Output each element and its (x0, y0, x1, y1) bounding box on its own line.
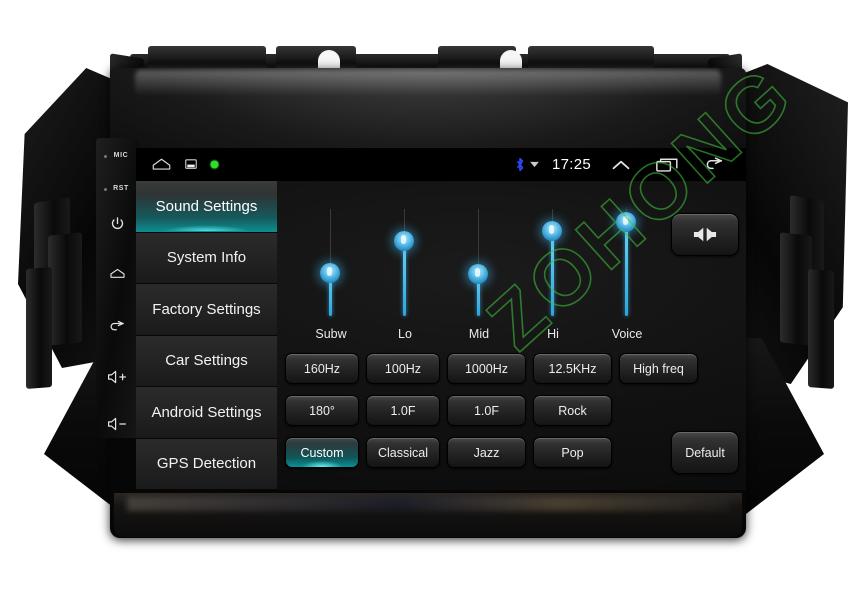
button-label: Jazz (473, 445, 500, 460)
sidebar-item-label: Android Settings (151, 403, 262, 421)
caret-down-icon (530, 161, 545, 168)
slider-fill (625, 219, 628, 316)
mount-tab-2 (276, 46, 356, 70)
eq-freq-button-highfreq[interactable]: High freq (619, 353, 698, 384)
eq-slider-label: Subw (315, 327, 347, 341)
eq-slider-label: Lo (398, 327, 412, 341)
volume-down-icon[interactable] (96, 417, 138, 431)
button-label: 1000Hz (464, 361, 509, 376)
mount-hole-2 (500, 50, 522, 70)
button-label: Rock (558, 403, 587, 418)
button-label: Pop (561, 445, 584, 460)
sound-settings-app: Sound Settings System Info Factory Setti… (136, 181, 746, 490)
slider-thumb[interactable] (394, 230, 414, 251)
slider-thumb[interactable] (616, 211, 636, 232)
button-label: 12.5KHz (548, 361, 597, 376)
slider-thumb[interactable] (542, 220, 562, 241)
unit-bottom-gloss (114, 493, 742, 537)
button-label: Custom (300, 445, 344, 460)
back-icon[interactable] (96, 320, 138, 334)
mount-tab-4 (528, 46, 654, 70)
lcd-screen: 17:25 Sound Settings System Info Factory… (136, 148, 746, 490)
eq-param-button-q2[interactable]: 1.0F (447, 395, 526, 426)
eq-slider-label: Mid (468, 327, 490, 341)
button-label: Default (685, 445, 725, 460)
android-status-bar: 17:25 (136, 148, 746, 181)
eq-param-button-rock[interactable]: Rock (533, 395, 612, 426)
power-icon[interactable] (96, 216, 138, 231)
button-label: 1.0F (473, 403, 499, 418)
sidebar-item-system-info[interactable]: System Info (136, 232, 277, 284)
eq-freq-button-125khz[interactable]: 12.5KHz (533, 353, 612, 384)
button-label: High freq (633, 361, 684, 376)
slider-fill (551, 228, 554, 316)
eq-freq-button-1000hz[interactable]: 1000Hz (447, 353, 526, 384)
sidebar-item-factory-settings[interactable]: Factory Settings (136, 284, 277, 336)
button-label: 160Hz (303, 361, 341, 376)
slider-thumb[interactable] (468, 264, 488, 285)
button-label: Classical (377, 445, 428, 460)
eq-freq-button-100hz[interactable]: 100Hz (366, 353, 440, 384)
mount-clip-left-3 (26, 267, 52, 389)
sidebar-item-label: Sound Settings (155, 197, 258, 215)
bluetooth-icon (515, 157, 530, 172)
screenshot-root: MIC RST 17:25 Sound Settings System Info… (0, 0, 849, 601)
sidebar-item-car-settings[interactable]: Car Settings (136, 335, 277, 387)
chevron-up-icon[interactable] (598, 148, 644, 181)
button-label: 1.0F (390, 403, 416, 418)
sidebar-item-sound-settings[interactable]: Sound Settings (136, 181, 277, 233)
back-arrow-icon[interactable] (690, 148, 736, 181)
eq-param-button-180deg[interactable]: 180° (285, 395, 359, 426)
eq-freq-button-160hz[interactable]: 160Hz (285, 353, 359, 384)
home-outline-icon[interactable] (150, 157, 173, 172)
home-icon[interactable] (96, 267, 138, 281)
sidebar-item-label: GPS Detection (156, 455, 257, 473)
sidebar-item-label: Factory Settings (152, 300, 261, 318)
eq-slider-label: Voice (611, 327, 643, 341)
status-clock: 17:25 (551, 156, 591, 173)
balance-fader-button[interactable] (671, 213, 739, 256)
default-button[interactable]: Default (671, 431, 739, 474)
equalizer-panel: Subw Lo Mid Hi Voice 160Hz 100Hz 1000Hz … (277, 181, 746, 490)
sidebar-item-label: Car Settings (165, 352, 248, 370)
balance-speakers-icon (690, 226, 720, 243)
eq-param-button-q1[interactable]: 1.0F (366, 395, 440, 426)
screenshot-icon[interactable] (185, 159, 197, 170)
button-label: 100Hz (384, 361, 422, 376)
volume-up-icon[interactable] (96, 370, 138, 384)
button-label: 180° (309, 403, 335, 418)
mount-clip-right-3 (808, 269, 834, 389)
mount-tab-1 (148, 46, 266, 70)
eq-preset-button-custom[interactable]: Custom (285, 437, 359, 468)
sidebar-item-label: System Info (166, 249, 247, 267)
slider-thumb[interactable] (320, 263, 340, 284)
eq-preset-button-jazz[interactable]: Jazz (447, 437, 526, 468)
mount-clip-left-2 (48, 232, 82, 346)
hardware-button-strip: MIC RST (96, 138, 138, 438)
eq-preset-button-classical[interactable]: Classical (366, 437, 440, 468)
settings-sidebar: Sound Settings System Info Factory Setti… (136, 181, 277, 490)
recents-icon[interactable] (644, 148, 690, 181)
sidebar-item-gps-detection[interactable]: GPS Detection (136, 438, 277, 490)
eq-preset-button-pop[interactable]: Pop (533, 437, 612, 468)
green-indicator-icon (209, 159, 220, 170)
mount-hole-1 (318, 50, 340, 70)
sidebar-item-android-settings[interactable]: Android Settings (136, 387, 277, 439)
car-head-unit: MIC RST 17:25 Sound Settings System Info… (18, 38, 848, 548)
eq-slider-label: Hi (547, 327, 559, 341)
